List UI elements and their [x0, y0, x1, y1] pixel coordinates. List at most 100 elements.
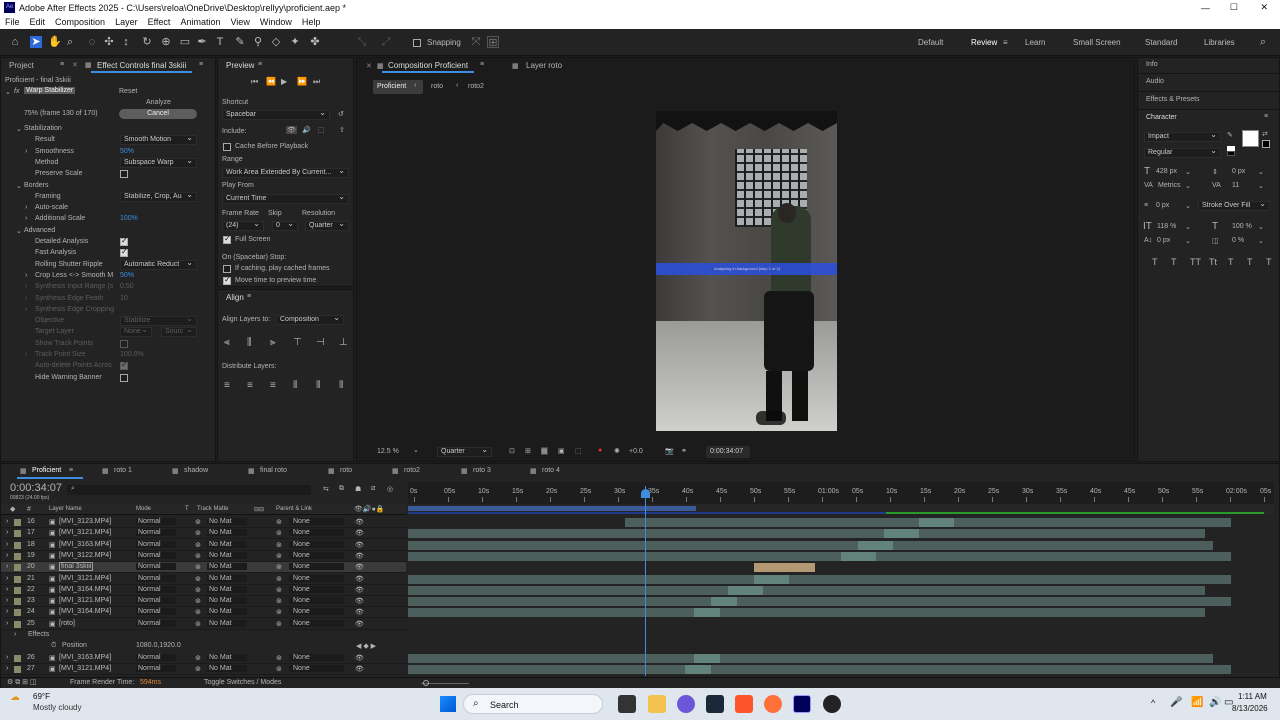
fx-param-value[interactable]: 50% [120, 272, 134, 279]
twirl-right-icon[interactable]: › [25, 351, 27, 358]
panel-menu-icon[interactable]: ≡ [247, 293, 251, 300]
breadcrumb-roto2[interactable]: roto2 [468, 83, 484, 90]
layer-trim-segment[interactable] [711, 597, 738, 607]
vertical-scale-value[interactable]: 118 % [1157, 223, 1176, 230]
timeline-tab-roto[interactable]: roto [340, 467, 352, 474]
visibility-eye-icon[interactable]: 👁 [355, 575, 364, 583]
parent-dropdown[interactable]: None [289, 597, 344, 605]
fx-param-value[interactable]: 50% [120, 148, 134, 155]
first-frame-icon[interactable]: ⏮ [251, 77, 258, 87]
menu-icon[interactable]: ≡ [60, 61, 64, 68]
snapping-checkbox[interactable] [413, 39, 421, 47]
fx-param-value[interactable]: 100.0% [120, 351, 144, 358]
comp-flowchart-icon[interactable]: ⇆ [323, 485, 329, 493]
layer-duration-bar[interactable] [408, 529, 1205, 539]
pan-tool-icon[interactable]: ✣ [103, 36, 115, 48]
pick-whip-icon[interactable]: ⊚ [276, 529, 282, 537]
show-snapshot-icon[interactable]: ⚭ [681, 447, 687, 455]
brave-icon[interactable] [735, 695, 753, 713]
comp-timecode[interactable]: 0:00:34:07 [710, 448, 743, 455]
align-vcenter-icon[interactable]: ⊣ [316, 337, 325, 348]
horizontal-scale-value[interactable]: 100 % [1232, 223, 1252, 230]
layer-name[interactable]: [MVI_3163.MP4] [59, 541, 111, 548]
stroke-width-value[interactable]: 0 px [1156, 202, 1169, 209]
layer-row[interactable]: › 18 ▣ [MVI_3163.MP4] Normal ⊚ No Mat ⊚ None 👁 [1, 540, 406, 551]
twirl-right-icon[interactable]: › [25, 272, 27, 279]
eyedropper-icon[interactable]: ✎ [1227, 131, 1233, 139]
align-bottom-icon[interactable]: ⊥ [339, 337, 348, 348]
maximize-icon[interactable]: ☐ [1230, 2, 1238, 13]
distribute-vcenter-icon[interactable]: ≡ [247, 380, 253, 391]
analyze-button[interactable]: Analyze [146, 99, 171, 106]
leading-value[interactable]: 0 px [1232, 168, 1245, 175]
font-style-dropdown[interactable]: Regular [1144, 148, 1221, 158]
puppet-tool-icon[interactable]: ✤ [309, 36, 321, 48]
twirl-right-icon[interactable]: › [6, 529, 8, 536]
effects-presets-label[interactable]: Effects & Presets [1146, 96, 1200, 103]
minimize-icon[interactable]: — [1201, 3, 1210, 13]
layer-trim-segment[interactable] [728, 585, 764, 595]
label-color-swatch[interactable] [14, 665, 21, 673]
twirl-right-icon[interactable]: › [25, 306, 27, 313]
rotate-tool-icon[interactable]: ↻ [141, 36, 153, 48]
character-panel-label[interactable]: Character [1146, 114, 1177, 121]
parent-dropdown[interactable]: None [289, 585, 344, 593]
panel-menu-icon[interactable]: ≡ [1264, 113, 1268, 120]
layer-row[interactable]: › 27 ▣ [MVI_3121.MP4] Normal ⊚ No Mat ⊚ None 👁 [1, 664, 406, 675]
layer-trim-segment[interactable] [685, 664, 712, 674]
close-icon[interactable]: ✕ [1260, 2, 1268, 13]
layer-row[interactable]: › 16 ▣ [MVI_3123.MP4] Normal ⊚ No Mat ⊚ None 👁 [1, 517, 406, 528]
text-style-button[interactable]: T [1228, 257, 1234, 267]
exposure-icon[interactable]: ✺ [614, 447, 620, 455]
layer-mode-dropdown[interactable]: Normal [136, 653, 176, 661]
visibility-eye-icon[interactable]: 👁 [355, 541, 364, 549]
chevron-down-icon[interactable]: ⌄ [1258, 182, 1264, 190]
effects-group-label[interactable]: Effects [28, 631, 49, 638]
firefox-icon[interactable] [764, 695, 782, 713]
twirl-right-icon[interactable]: › [6, 575, 8, 582]
parent-dropdown[interactable]: None [289, 529, 344, 537]
baseline-shift-value[interactable]: 0 px [1157, 237, 1170, 244]
fx-param-checkbox[interactable] [120, 236, 128, 246]
timeline-tab-roto-3[interactable]: roto 3 [473, 467, 491, 474]
fit-icon[interactable]: ⊡ [509, 447, 515, 455]
layer-duration-bar[interactable] [408, 597, 1231, 607]
panel-menu-icon[interactable]: ≡ [199, 61, 203, 68]
text-style-button[interactable]: T [1171, 257, 1177, 267]
twirl-right-icon[interactable]: › [6, 654, 8, 661]
tab-project[interactable]: Project [3, 58, 40, 73]
chevron-down-icon[interactable]: ⌄ [1185, 168, 1191, 176]
zoom-chevron-icon[interactable]: ⌄ [413, 446, 419, 454]
tab-effect-controls[interactable]: Effect Controls final 3skiii [91, 58, 193, 73]
text-style-button[interactable]: T [1247, 257, 1253, 267]
full-screen-checkbox[interactable] [223, 234, 231, 244]
fx-param-value[interactable]: 10 [120, 295, 128, 302]
eraser-tool-icon[interactable]: ◇ [270, 36, 282, 48]
visibility-eye-icon[interactable]: 👁 [355, 608, 364, 616]
font-size-value[interactable]: 428 px [1156, 168, 1177, 175]
layer-name[interactable]: [MVI_3121.MP4] [59, 665, 111, 672]
layer-name[interactable]: [MVI_3123.MP4] [59, 518, 111, 525]
twirl-right-icon[interactable]: › [25, 215, 27, 222]
breadcrumb-roto[interactable]: roto [431, 83, 443, 90]
pick-whip-icon[interactable]: ⊚ [276, 654, 282, 662]
move-time-checkbox[interactable] [223, 275, 231, 285]
label-color-swatch[interactable] [14, 519, 21, 526]
snap-option-icon[interactable]: ⤢ [380, 36, 392, 48]
workspace-standard[interactable]: Standard [1145, 38, 1177, 47]
file-explorer-icon[interactable] [648, 695, 666, 713]
snapshot-icon[interactable]: 📷 [665, 447, 674, 455]
brush-tool-icon[interactable]: ✎ [234, 36, 246, 48]
layer-trim-segment[interactable] [754, 574, 790, 584]
layer-duration-bar[interactable] [408, 608, 1205, 618]
layer-mode-dropdown[interactable]: Normal [136, 664, 176, 672]
visibility-eye-icon[interactable]: 👁 [355, 620, 364, 628]
fx-param-dropdown[interactable]: Smooth Motion [120, 135, 197, 146]
parent-dropdown[interactable]: None [289, 563, 344, 571]
visibility-eye-icon[interactable]: 👁 [355, 552, 364, 560]
tray-chevron-icon[interactable]: ^ [1151, 698, 1155, 708]
layer-name[interactable]: [roto] [59, 620, 75, 627]
parent-dropdown[interactable]: None [289, 574, 344, 582]
keyframe-nav-icon[interactable]: ◀ ◆ ▶ [356, 642, 376, 650]
chevron-down-icon[interactable]: ⌄ [1185, 223, 1191, 231]
